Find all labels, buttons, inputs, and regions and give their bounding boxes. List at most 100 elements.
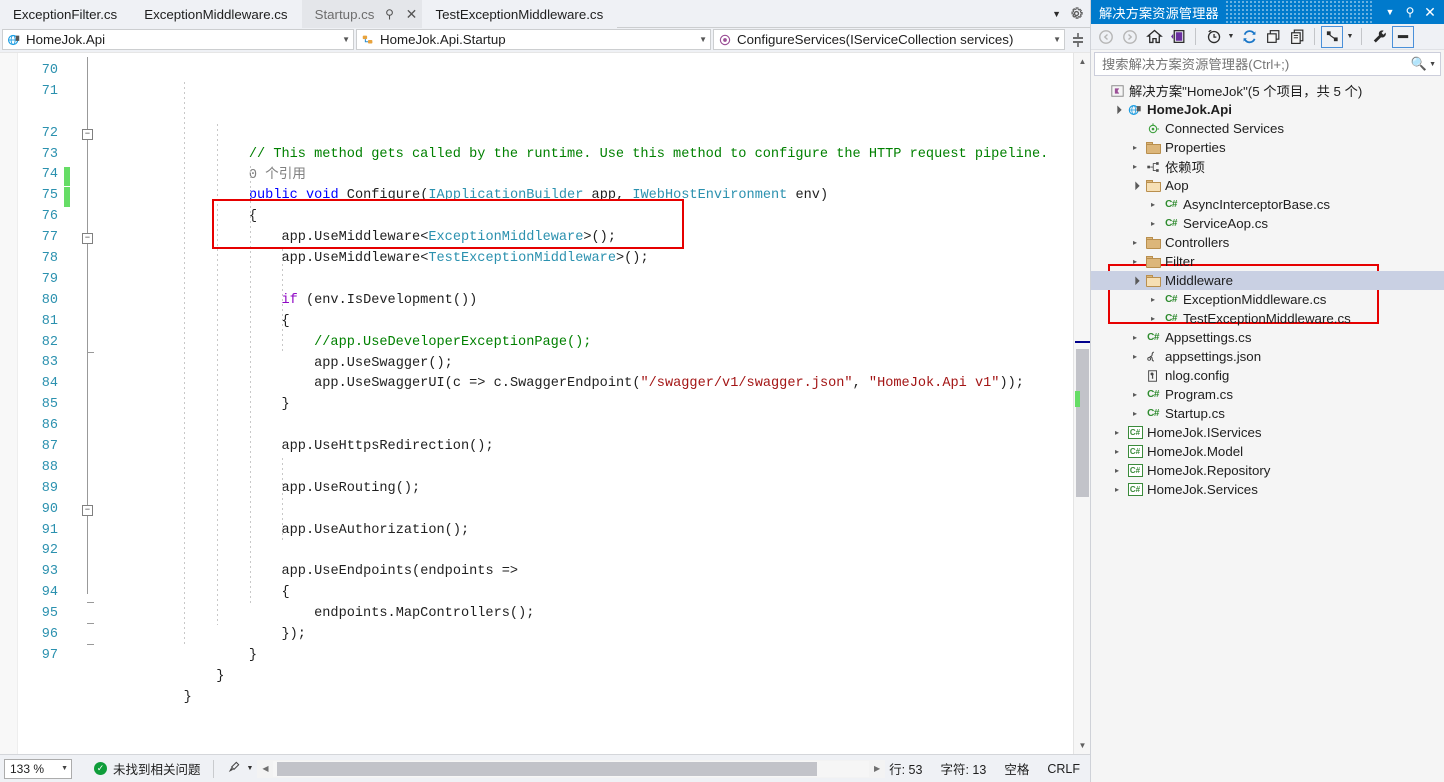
- show-all-files-icon[interactable]: [1286, 26, 1308, 48]
- chevron-down-icon[interactable]: ▼: [1380, 7, 1400, 17]
- outlining-margin[interactable]: − − −: [74, 53, 102, 754]
- chevron-down-icon[interactable]: ▼: [1052, 9, 1061, 19]
- code-text-area[interactable]: // This method gets called by the runtim…: [102, 53, 1073, 754]
- pending-changes-icon[interactable]: [1202, 26, 1224, 48]
- chevron-collapsed-icon[interactable]: ▸: [1127, 238, 1143, 247]
- type-dropdown[interactable]: HomeJok.Api.Startup ▼: [356, 29, 711, 50]
- search-input[interactable]: [1100, 55, 1411, 73]
- tree-item[interactable]: ▸ 依赖项: [1091, 157, 1444, 176]
- editor-horizontal-scrollbar[interactable]: ◀ ▶: [257, 759, 886, 778]
- brush-icon[interactable]: [226, 760, 241, 778]
- code-cleanup-control[interactable]: ▼: [226, 760, 254, 778]
- pin-icon[interactable]: ⚲: [1400, 5, 1420, 19]
- zoom-level-selector[interactable]: 133 % ▼: [4, 758, 72, 779]
- chevron-collapsed-icon[interactable]: ▸: [1127, 352, 1143, 361]
- project-dropdown[interactable]: HomeJok.Api ▼: [2, 29, 354, 50]
- outlining-collapse-box[interactable]: −: [82, 504, 93, 516]
- tree-item[interactable]: ▸ appsettings.json: [1091, 347, 1444, 366]
- chevron-down-icon[interactable]: ▼: [1429, 61, 1436, 68]
- chevron-collapsed-icon[interactable]: ▸: [1127, 409, 1143, 418]
- chevron-collapsed-icon[interactable]: ▸: [1127, 162, 1143, 171]
- chevron-down-icon[interactable]: ▼: [699, 35, 707, 44]
- split-editor-icon[interactable]: [1067, 29, 1089, 50]
- chevron-down-icon[interactable]: ▼: [61, 765, 68, 772]
- drag-handle[interactable]: [1224, 0, 1374, 24]
- tree-item[interactable]: ▸ C# HomeJok.Repository: [1091, 461, 1444, 480]
- tree-item[interactable]: ▸ C# TestExceptionMiddleware.cs: [1091, 309, 1444, 328]
- chevron-collapsed-icon[interactable]: ▸: [1127, 257, 1143, 266]
- sync-with-active-document-icon[interactable]: [1167, 26, 1189, 48]
- code-editor[interactable]: 70 71 72 73 74 75 76 77 78 79 80 81 82 83 84 85 86 87 88 89…: [0, 52, 1090, 754]
- chevron-collapsed-icon[interactable]: ▸: [1145, 314, 1161, 323]
- scroll-right-icon[interactable]: ▶: [869, 764, 885, 773]
- editor-vertical-scrollbar[interactable]: ▲ ▼: [1073, 53, 1090, 754]
- tab-exception-middleware[interactable]: ExceptionMiddleware.cs: [131, 0, 302, 28]
- tree-item[interactable]: ▸ C# Startup.cs: [1091, 404, 1444, 423]
- forward-icon[interactable]: [1119, 26, 1141, 48]
- chevron-collapsed-icon[interactable]: ▸: [1109, 485, 1125, 494]
- tree-item[interactable]: ▸ C# Program.cs: [1091, 385, 1444, 404]
- close-icon[interactable]: ✕: [1420, 4, 1440, 21]
- line-ending-indicator[interactable]: CRLF: [1047, 762, 1080, 776]
- vertical-scrollbar-thumb[interactable]: [1076, 349, 1089, 497]
- horizontal-scrollbar-track[interactable]: [273, 760, 870, 777]
- solution-explorer-search[interactable]: 🔍 ▼: [1094, 52, 1441, 76]
- collapse-all-icon[interactable]: [1262, 26, 1284, 48]
- chevron-down-icon[interactable]: ▼: [1345, 33, 1355, 40]
- tree-item[interactable]: nlog.config: [1091, 366, 1444, 385]
- back-icon[interactable]: [1095, 26, 1117, 48]
- tree-item[interactable]: ▸ C# Appsettings.cs: [1091, 328, 1444, 347]
- scroll-down-icon[interactable]: ▼: [1074, 737, 1090, 754]
- view-code-icon[interactable]: [1321, 25, 1343, 48]
- chevron-collapsed-icon[interactable]: ▸: [1109, 428, 1125, 437]
- chevron-collapsed-icon[interactable]: ▸: [1109, 466, 1125, 475]
- scroll-up-icon[interactable]: ▲: [1074, 53, 1090, 70]
- chevron-collapsed-icon[interactable]: ▸: [1127, 390, 1143, 399]
- chevron-collapsed-icon[interactable]: ▸: [1127, 333, 1143, 342]
- tree-item[interactable]: ◢ HomeJok.Api: [1091, 100, 1444, 119]
- chevron-down-icon[interactable]: ▼: [1226, 33, 1236, 40]
- chevron-down-icon[interactable]: ▼: [1053, 35, 1061, 44]
- member-dropdown[interactable]: ConfigureServices(IServiceCollection ser…: [713, 29, 1065, 50]
- search-icon[interactable]: 🔍: [1411, 56, 1427, 72]
- solution-explorer-tree[interactable]: 解决方案"HomeJok"(5 个项目，共 5 个) ◢ HomeJok.Api Co…: [1091, 78, 1444, 782]
- preview-selected-items-icon[interactable]: [1392, 25, 1414, 48]
- tree-item[interactable]: ◢ Middleware: [1091, 271, 1444, 290]
- tree-item[interactable]: ◢ Aop: [1091, 176, 1444, 195]
- chevron-collapsed-icon[interactable]: ▸: [1145, 219, 1161, 228]
- indentation-indicator[interactable]: 空格: [1004, 759, 1029, 778]
- tree-item[interactable]: ▸ C# AsyncInterceptorBase.cs: [1091, 195, 1444, 214]
- pin-icon[interactable]: ⚲: [382, 8, 396, 20]
- tree-item[interactable]: 解决方案"HomeJok"(5 个项目，共 5 个): [1091, 81, 1444, 100]
- scroll-left-icon[interactable]: ◀: [257, 764, 273, 773]
- tree-item[interactable]: ▸ C# ExceptionMiddleware.cs: [1091, 290, 1444, 309]
- horizontal-scrollbar-thumb[interactable]: [277, 761, 818, 776]
- tree-item[interactable]: ▸ C# HomeJok.Services: [1091, 480, 1444, 499]
- chevron-expanded-icon[interactable]: ◢: [1126, 272, 1144, 290]
- tree-item[interactable]: ▸ Controllers: [1091, 233, 1444, 252]
- tab-exception-filter[interactable]: ExceptionFilter.cs: [0, 0, 132, 28]
- tree-item[interactable]: Connected Services: [1091, 119, 1444, 138]
- outlining-collapse-box[interactable]: −: [82, 128, 93, 140]
- tree-item[interactable]: ▸ Filter: [1091, 252, 1444, 271]
- tree-item[interactable]: ▸ C# HomeJok.Model: [1091, 442, 1444, 461]
- chevron-collapsed-icon[interactable]: ▸: [1145, 295, 1161, 304]
- close-icon[interactable]: ✕: [404, 7, 418, 21]
- tree-item[interactable]: ▸ C# HomeJok.IServices: [1091, 423, 1444, 442]
- chevron-down-icon[interactable]: ▼: [342, 35, 350, 44]
- outlining-collapse-box[interactable]: −: [82, 233, 93, 245]
- gear-icon[interactable]: [1069, 6, 1084, 21]
- chevron-expanded-icon[interactable]: ◢: [1108, 101, 1126, 119]
- chevron-down-icon[interactable]: ▼: [247, 765, 254, 772]
- home-icon[interactable]: [1143, 26, 1165, 48]
- refresh-icon[interactable]: [1238, 26, 1260, 48]
- tree-item[interactable]: ▸ C# ServiceAop.cs: [1091, 214, 1444, 233]
- chevron-collapsed-icon[interactable]: ▸: [1145, 200, 1161, 209]
- tree-item[interactable]: ▸ Properties: [1091, 138, 1444, 157]
- tab-test-exception-middleware[interactable]: TestExceptionMiddleware.cs: [422, 0, 618, 28]
- issue-status[interactable]: ✓ 未找到相关问题: [94, 759, 201, 778]
- chevron-collapsed-icon[interactable]: ▸: [1109, 447, 1125, 456]
- tab-startup[interactable]: Startup.cs ⚲ ✕: [301, 0, 423, 28]
- chevron-collapsed-icon[interactable]: ▸: [1127, 143, 1143, 152]
- properties-icon[interactable]: [1368, 26, 1390, 48]
